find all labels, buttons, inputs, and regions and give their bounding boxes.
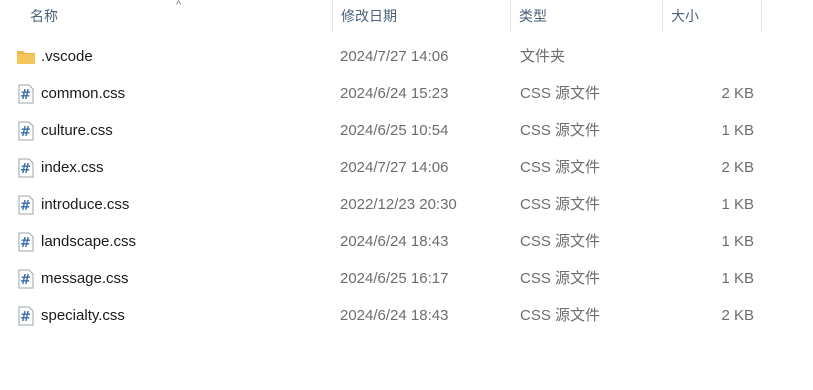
file-row-introduce[interactable]: # introduce.css 2022/12/23 20:30 CSS 源文件… xyxy=(0,186,813,223)
file-modified: 2024/6/25 16:17 xyxy=(340,270,449,287)
folder-icon xyxy=(17,51,35,64)
file-size: 2 KB xyxy=(721,307,754,324)
file-name: common.css xyxy=(41,85,126,102)
file-name: .vscode xyxy=(41,48,93,65)
file-name: specialty.css xyxy=(41,307,125,324)
css-file-icon: # xyxy=(18,269,34,289)
column-header-type-label: 类型 xyxy=(519,8,547,24)
svg-text:#: # xyxy=(20,125,31,140)
file-row-vscode[interactable]: .vscode 2024/7/27 14:06 文件夹 xyxy=(0,38,813,75)
file-row-index[interactable]: # index.css 2024/7/27 14:06 CSS 源文件 2 KB xyxy=(0,149,813,186)
file-name: culture.css xyxy=(41,122,113,139)
file-modified: 2024/7/27 14:06 xyxy=(340,48,449,65)
file-name: index.css xyxy=(41,159,104,176)
file-modified: 2024/6/25 10:54 xyxy=(340,122,449,139)
column-header-type[interactable]: 类型 xyxy=(510,0,662,33)
file-name: message.css xyxy=(41,270,129,287)
file-type: CSS 源文件 xyxy=(520,233,601,250)
file-size: 1 KB xyxy=(721,270,754,287)
file-size: 2 KB xyxy=(721,85,754,102)
column-header-modified[interactable]: 修改日期 xyxy=(332,0,510,33)
column-header-modified-label: 修改日期 xyxy=(341,8,397,24)
file-type: CSS 源文件 xyxy=(520,196,601,213)
file-modified: 2022/12/23 20:30 xyxy=(340,196,457,213)
svg-text:#: # xyxy=(20,162,31,177)
css-file-icon: # xyxy=(18,121,34,141)
file-row-message[interactable]: # message.css 2024/6/25 16:17 CSS 源文件 1 … xyxy=(0,260,813,297)
file-size: 2 KB xyxy=(721,159,754,176)
file-modified: 2024/6/24 18:43 xyxy=(340,307,449,324)
svg-text:#: # xyxy=(20,199,31,214)
file-row-landscape[interactable]: # landscape.css 2024/6/24 18:43 CSS 源文件 … xyxy=(0,223,813,260)
column-header-size[interactable]: 大小 xyxy=(662,0,762,33)
sort-ascending-icon: ^ xyxy=(176,0,182,11)
svg-text:#: # xyxy=(20,88,31,103)
svg-text:#: # xyxy=(20,236,31,251)
file-modified: 2024/7/27 14:06 xyxy=(340,159,449,176)
file-name: introduce.css xyxy=(41,196,130,213)
svg-text:#: # xyxy=(20,273,31,288)
file-row-common[interactable]: # common.css 2024/6/24 15:23 CSS 源文件 2 K… xyxy=(0,75,813,112)
file-row-specialty[interactable]: # specialty.css 2024/6/24 18:43 CSS 源文件 … xyxy=(0,297,813,334)
file-modified: 2024/6/24 15:23 xyxy=(340,85,449,102)
css-file-icon: # xyxy=(18,195,34,215)
file-row-culture[interactable]: # culture.css 2024/6/25 10:54 CSS 源文件 1 … xyxy=(0,112,813,149)
column-header-size-label: 大小 xyxy=(671,8,699,24)
file-type: CSS 源文件 xyxy=(520,307,601,324)
column-header-bar: 名称 ^ 修改日期 类型 大小 xyxy=(0,0,813,33)
file-size xyxy=(668,38,754,75)
svg-text:#: # xyxy=(20,310,31,325)
column-header-name-label: 名称 xyxy=(30,8,58,24)
css-file-icon: # xyxy=(18,84,34,104)
file-type: CSS 源文件 xyxy=(520,159,601,176)
file-size: 1 KB xyxy=(721,122,754,139)
file-modified: 2024/6/24 18:43 xyxy=(340,233,449,250)
file-name: landscape.css xyxy=(41,233,137,250)
css-file-icon: # xyxy=(18,158,34,178)
file-type: CSS 源文件 xyxy=(520,270,601,287)
file-type: CSS 源文件 xyxy=(520,122,601,139)
css-file-icon: # xyxy=(18,232,34,252)
file-type: CSS 源文件 xyxy=(520,85,601,102)
file-size: 1 KB xyxy=(721,233,754,250)
file-size: 1 KB xyxy=(721,196,754,213)
file-type: 文件夹 xyxy=(520,48,566,65)
css-file-icon: # xyxy=(18,306,34,326)
